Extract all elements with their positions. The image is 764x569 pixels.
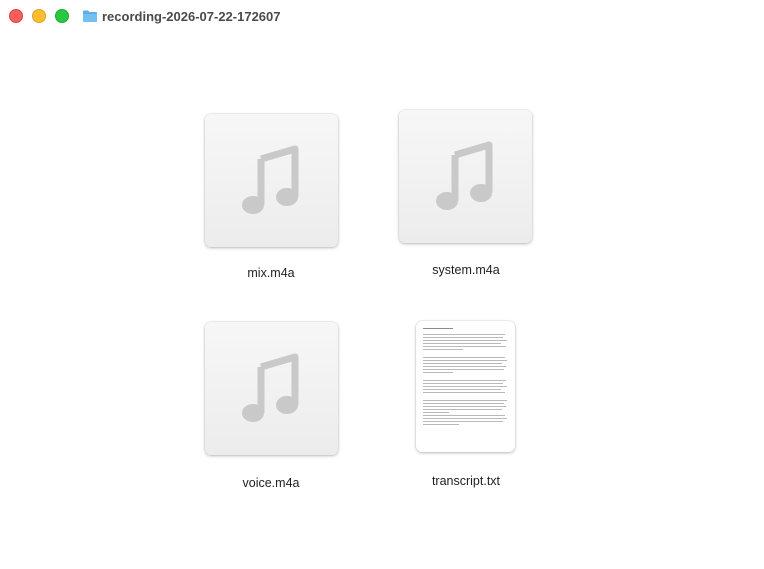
text-document-preview bbox=[416, 321, 515, 452]
file-item-system[interactable]: system.m4a bbox=[386, 109, 546, 284]
file-item-transcript[interactable]: transcript.txt bbox=[386, 320, 546, 495]
file-name-label: system.m4a bbox=[432, 263, 500, 277]
close-window-button[interactable] bbox=[9, 9, 23, 23]
audio-thumbnail bbox=[205, 114, 338, 247]
music-note-icon bbox=[435, 141, 492, 210]
music-note-icon bbox=[241, 145, 298, 214]
zoom-window-button[interactable] bbox=[55, 9, 69, 23]
audio-thumbnail bbox=[399, 110, 532, 243]
file-item-mix[interactable]: mix.m4a bbox=[191, 112, 351, 287]
audio-thumbnail bbox=[205, 322, 338, 455]
file-name-label: transcript.txt bbox=[431, 474, 501, 488]
window-title-area: recording-2026-07-22-172607 bbox=[82, 7, 281, 25]
finder-window: recording-2026-07-22-172607 mix.m4a syst… bbox=[0, 0, 764, 569]
window-title: recording-2026-07-22-172607 bbox=[102, 8, 281, 24]
title-bar: recording-2026-07-22-172607 bbox=[0, 0, 764, 32]
minimize-window-button[interactable] bbox=[32, 9, 46, 23]
folder-icon bbox=[83, 10, 97, 22]
file-name-label: voice.m4a bbox=[242, 476, 300, 490]
file-item-voice[interactable]: voice.m4a bbox=[191, 320, 351, 495]
music-note-icon bbox=[241, 353, 298, 422]
file-name-label: mix.m4a bbox=[247, 266, 295, 280]
